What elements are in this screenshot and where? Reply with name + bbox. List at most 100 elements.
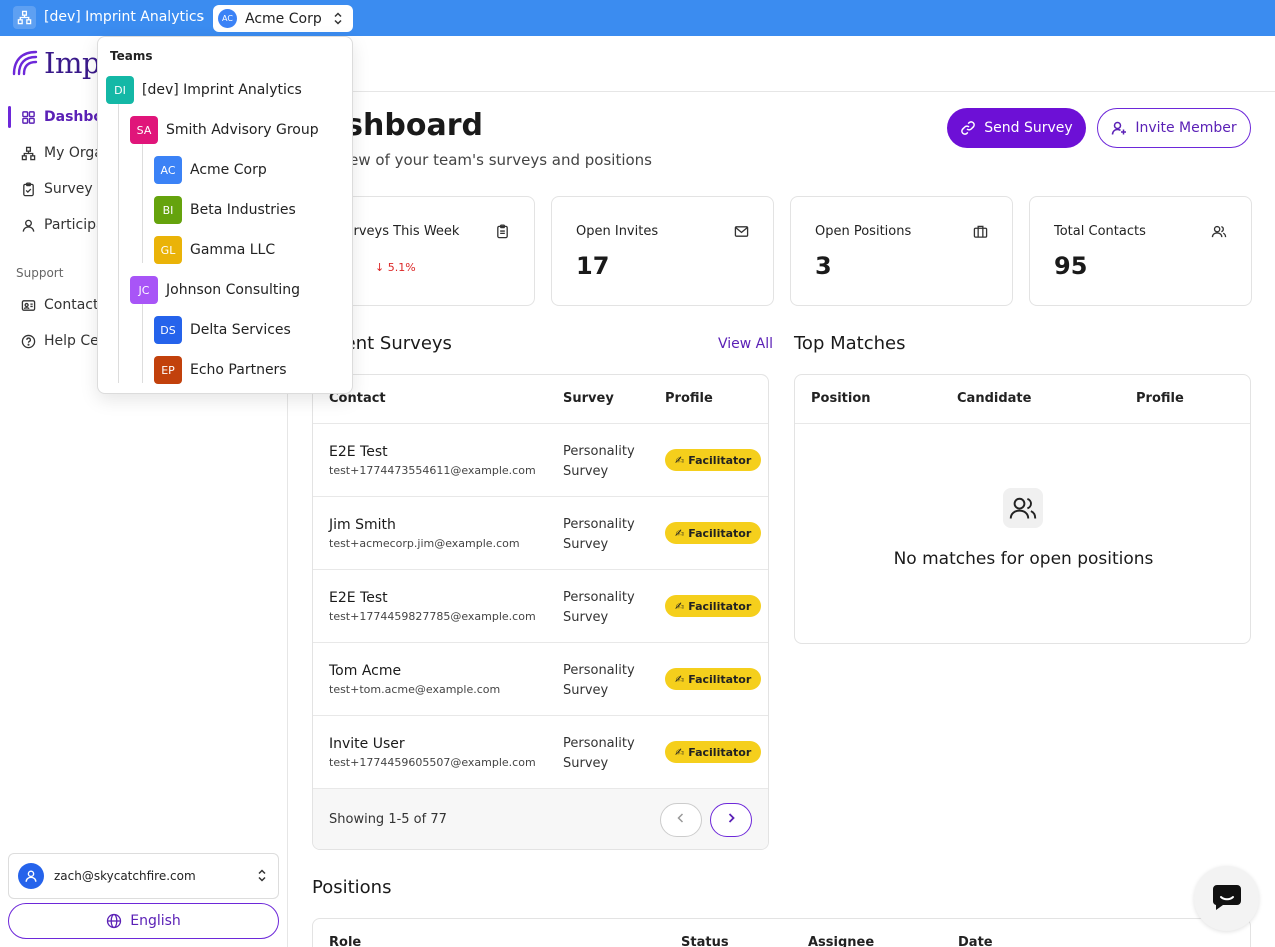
top-matches-table: Position Candidate Profile No matches fo… [794,374,1251,644]
survey-name: Personality Survey [563,444,635,479]
contact-name: E2E Test [329,444,388,460]
column-header-date: Date [958,935,993,947]
team-avatar: GL [154,236,182,264]
sidebar-item-label: Contact [44,297,99,313]
user-plus-icon [1111,120,1127,136]
team-option[interactable]: BI Beta Industries [154,196,296,224]
contact-name: E2E Test [329,590,388,606]
table-row[interactable]: Tom Acme test+tom.acme@example.com Perso… [313,642,768,715]
user-icon [20,217,36,233]
team-option[interactable]: GL Gamma LLC [154,236,275,264]
team-option[interactable]: DS Delta Services [154,316,291,344]
empty-state-text: No matches for open positions [893,549,1154,569]
profile-label: Facilitator [688,526,752,540]
language-button[interactable]: English [8,903,279,939]
send-survey-label: Send Survey [984,120,1073,136]
stat-trend: ↓ 5.1% [375,261,416,274]
invite-member-button[interactable]: Invite Member [1097,108,1251,148]
team-switcher-dropdown: Teams DI [dev] Imprint Analytics SA Smit… [97,36,353,394]
stat-label: Total Contacts [1054,224,1146,239]
team-avatar: JC [130,276,158,304]
column-header-position: Position [811,391,871,406]
contact-email: test+1774473554611@example.com [329,464,536,477]
view-all-link[interactable]: View All [718,336,773,352]
stat-card-open-positions: Open Positions 3 [790,196,1013,306]
team-option[interactable]: SA Smith Advisory Group [130,116,319,144]
arrow-down-icon: ↓ [375,261,388,274]
avatar [18,863,44,889]
team-option[interactable]: EP Echo Partners [154,356,287,384]
team-option[interactable]: JC Johnson Consulting [130,276,300,304]
team-avatar: EP [154,356,182,384]
next-page-button[interactable] [710,803,752,837]
recent-surveys-table: Contact Survey Profile E2E Test test+177… [312,374,769,850]
globe-icon [106,913,122,929]
team-avatar: AC [218,9,237,28]
table-row[interactable]: E2E Test test+1774473554611@example.com … [313,423,768,496]
table-row[interactable]: Invite User test+1774459605507@example.c… [313,715,768,788]
survey-name: Personality Survey [563,590,635,625]
send-survey-button[interactable]: Send Survey [947,108,1086,148]
clipboard-list-icon [495,224,510,243]
stat-card-open-invites: Open Invites 17 [551,196,774,306]
team-name: Gamma LLC [190,242,276,258]
contact-name: Jim Smith [329,517,396,533]
org-name[interactable]: [dev] Imprint Analytics [44,9,204,25]
survey-name: Personality Survey [563,736,635,771]
trend-value: 5.1% [387,261,416,274]
contact-card-icon [20,297,36,313]
profile-badge: ✍ Facilitator [665,595,762,617]
stat-card-total-contacts: Total Contacts 95 [1029,196,1252,306]
support-section-label: Support [16,266,64,280]
profile-badge: ✍ Facilitator [665,449,762,471]
handshake-icon: ✍ [675,526,685,540]
profile-label: Facilitator [688,453,752,467]
chevron-updown-icon [256,868,268,887]
profile-badge: ✍ Facilitator [665,522,762,544]
team-option[interactable]: AC Acme Corp [154,156,267,184]
tree-line [142,303,143,383]
team-name: Johnson Consulting [166,282,301,298]
chevron-right-icon [726,812,736,828]
table-footer: Showing 1-5 of 77 [313,788,768,849]
team-name: Acme Corp [245,10,322,27]
contact-email: test+tom.acme@example.com [329,683,501,696]
profile-label: Facilitator [688,672,752,686]
top-bar: [dev] Imprint Analytics AC Acme Corp [0,0,1275,36]
users-icon [1003,488,1043,528]
profile-label: Facilitator [688,599,752,613]
team-name: Delta Services [190,322,291,338]
team-name: [dev] Imprint Analytics [142,82,302,98]
tree-line [142,143,143,263]
stat-label: Surveys This Week [337,224,460,239]
table-row[interactable]: Jim Smith test+acmecorp.jim@example.com … [313,496,768,569]
team-switcher-button[interactable]: AC Acme Corp [213,5,353,32]
stat-label: Open Positions [815,224,912,239]
team-avatar: SA [130,116,158,144]
handshake-icon: ✍ [675,453,685,467]
table-row[interactable]: E2E Test test+1774459827785@example.com … [313,569,768,642]
link-icon [960,120,976,136]
positions-title: Positions [312,877,392,898]
org-chart-icon[interactable] [13,6,36,29]
column-header-role: Role [329,935,362,947]
team-name: Beta Industries [190,202,296,218]
stat-value: 95 [1054,252,1088,280]
column-header-assignee: Assignee [808,935,875,947]
invite-member-label: Invite Member [1135,120,1237,136]
column-header-profile: Profile [665,391,713,406]
handshake-icon: ✍ [675,672,685,686]
header-divider [288,91,1275,92]
previous-page-button[interactable] [660,803,702,837]
users-icon [1211,224,1227,243]
tree-line [118,103,119,383]
language-label: English [130,913,181,929]
stat-value: 3 [815,252,832,280]
team-option[interactable]: DI [dev] Imprint Analytics [106,76,302,104]
survey-name: Personality Survey [563,663,635,698]
stat-value: 17 [576,252,610,280]
profile-badge: ✍ Facilitator [665,668,762,690]
chat-launcher-button[interactable] [1194,866,1259,931]
user-menu-button[interactable]: zach@skycatchfire.com [8,853,279,899]
column-header-status: Status [681,935,729,947]
